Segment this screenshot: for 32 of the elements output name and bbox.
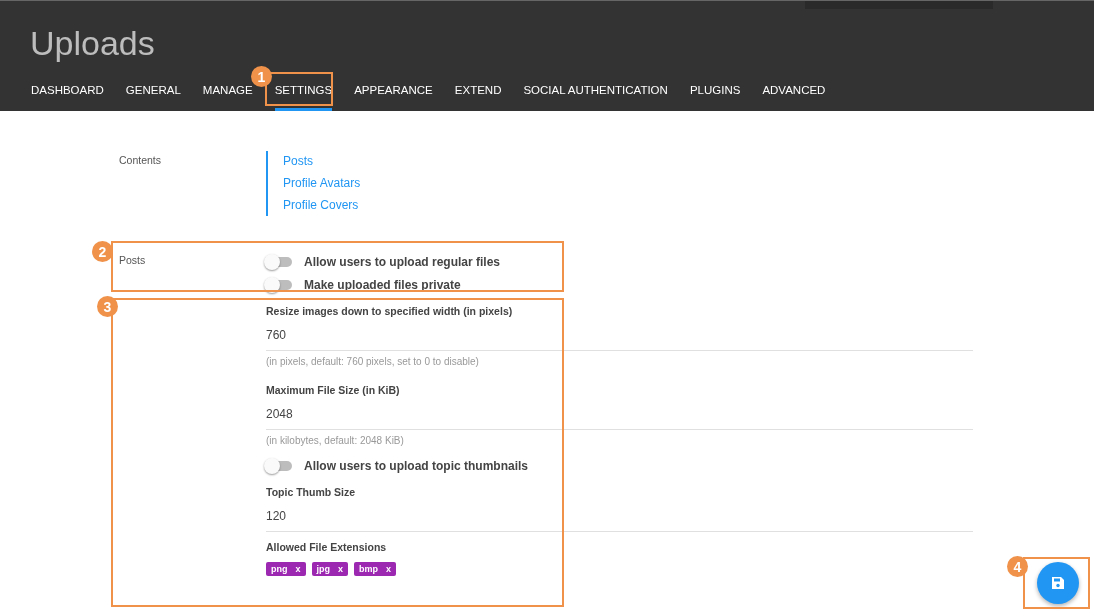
toggle-switch[interactable] [266, 279, 292, 290]
toggle-label: Allow users to upload topic thumbnails [304, 458, 528, 473]
nav-tab[interactable]: SOCIAL AUTHENTICATION [523, 78, 668, 111]
toggle-switch[interactable] [266, 460, 292, 471]
nav-tab[interactable]: PLUGINS [689, 78, 741, 111]
help-text: (in kilobytes, default: 2048 KiB) [266, 435, 405, 446]
field-label: Topic Thumb Size [266, 485, 357, 500]
help-text: (in pixels, default: 760 pixels, set to 0 to disable) [266, 356, 480, 367]
step-badge: 2 [92, 241, 113, 262]
section-label: Posts [119, 253, 147, 268]
field-label: Allowed File Extensions [266, 540, 388, 555]
save-icon [1051, 576, 1065, 590]
toggle-switch[interactable] [266, 256, 292, 267]
field-label: Resize images down to specified width (in pixels) [266, 304, 514, 319]
nav-tab[interactable]: DASHBOARD [31, 78, 104, 111]
nav-tab[interactable]: GENERAL [125, 78, 181, 111]
step-badge: 4 [1007, 556, 1028, 577]
section-label: Contents [119, 153, 163, 168]
nav-tab[interactable]: MANAGE [202, 78, 253, 111]
extension-tag[interactable]: png x [266, 562, 306, 576]
toggle-label: Make uploaded files private [304, 277, 461, 292]
step-badge: 3 [97, 296, 118, 317]
extension-tag[interactable]: jpg x [311, 562, 349, 576]
field-label: Maximum File Size (in KiB) [266, 383, 401, 398]
extension-tag[interactable]: bmp x [354, 562, 397, 576]
save-button[interactable] [1037, 562, 1079, 604]
page-title: Uploads [30, 23, 156, 64]
nav-tab[interactable]: EXTEND [454, 78, 502, 111]
nav-tab[interactable]: ADVANCED [762, 78, 826, 111]
nav-tab[interactable]: APPEARANCE [354, 78, 433, 111]
nav-tab[interactable]: SETTINGS [274, 78, 333, 111]
toggle-label: Allow users to upload regular files [304, 254, 501, 269]
